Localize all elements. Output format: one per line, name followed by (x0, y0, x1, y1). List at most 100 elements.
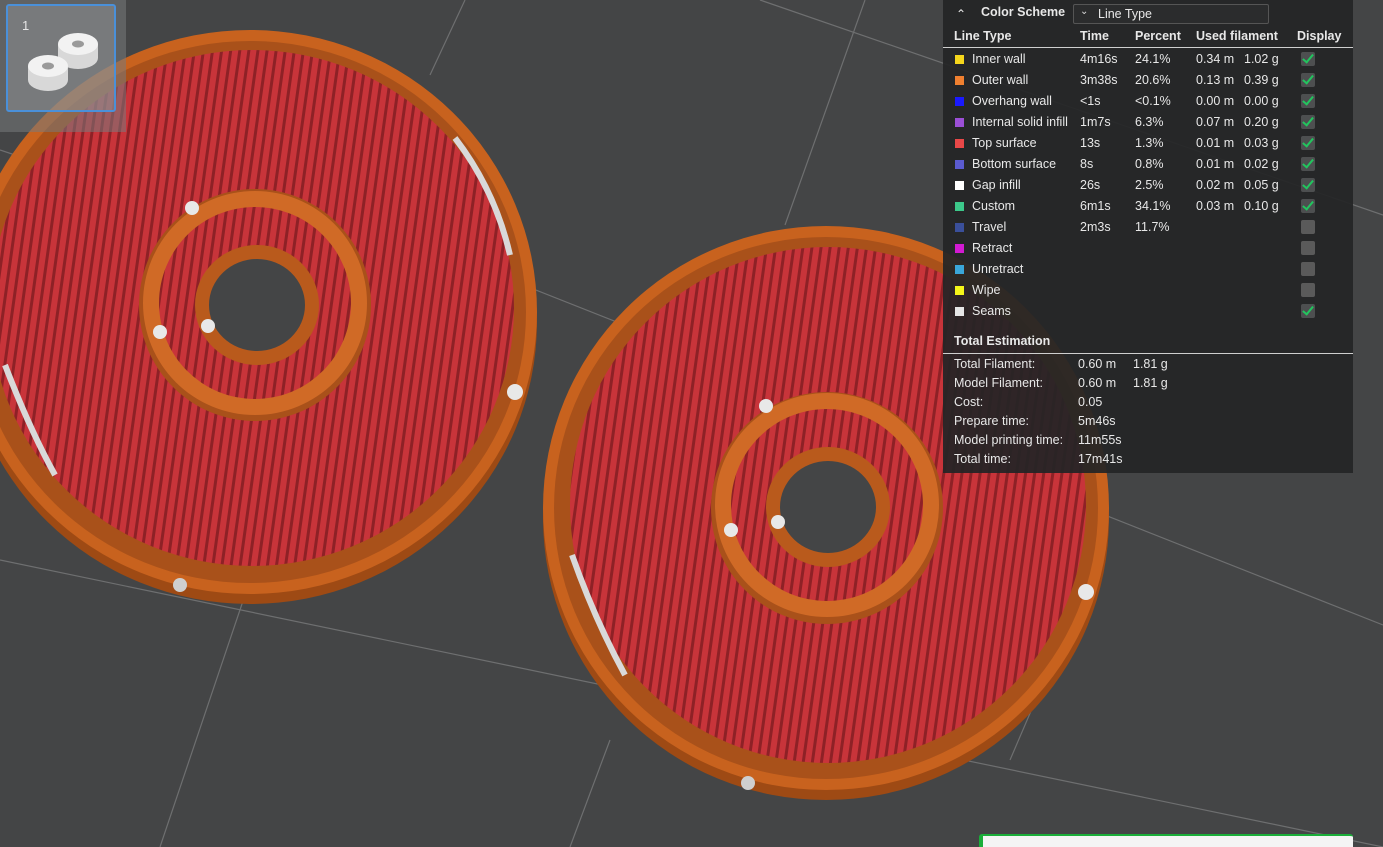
legend-weight: 0.05 g (1244, 178, 1279, 192)
total-estimation-title: Total Estimation (954, 334, 1051, 348)
legend-name: Gap infill (972, 178, 1021, 192)
total-value: 17m41s (1078, 452, 1123, 466)
legend-length: 0.00 m (1196, 94, 1235, 108)
total-value: 0.60 m (1078, 376, 1117, 390)
legend-name: Seams (972, 304, 1011, 318)
collapse-icon[interactable]: ⌃ (953, 6, 969, 22)
total-value: 11m55s (1078, 433, 1122, 447)
legend-row: Seams (943, 301, 1353, 322)
legend-percent: 20.6% (1135, 73, 1171, 87)
notification-bar[interactable] (979, 834, 1353, 847)
legend-time: 3m38s (1080, 73, 1118, 87)
legend-percent: <0.1% (1135, 94, 1171, 108)
legend-name: Internal solid infill (972, 115, 1068, 129)
display-checkbox[interactable] (1301, 115, 1315, 129)
col-header-used-filament: Used filament (1196, 29, 1278, 43)
divider (943, 353, 1353, 354)
legend-name: Unretract (972, 262, 1024, 276)
legend-percent: 2.5% (1135, 178, 1164, 192)
legend-time: 26s (1080, 178, 1101, 192)
display-checkbox[interactable] (1301, 178, 1315, 192)
legend-percent: 6.3% (1135, 115, 1164, 129)
color-scheme-select[interactable]: ⌄ Line Type (1073, 4, 1269, 24)
legend-time: <1s (1080, 94, 1101, 108)
display-checkbox[interactable] (1301, 94, 1315, 108)
legend-name: Bottom surface (972, 157, 1057, 171)
total-label: Prepare time: (954, 414, 1030, 428)
color-swatch (955, 76, 964, 85)
total-row: Model printing time: 11m55s (943, 431, 1353, 450)
legend-row: Custom 6m1s 34.1% 0.03 m 0.10 g (943, 196, 1353, 217)
col-header-display: Display (1297, 29, 1342, 43)
total-label: Model Filament: (954, 376, 1043, 390)
legend-name: Custom (972, 199, 1016, 213)
color-swatch (955, 286, 964, 295)
legend-percent: 34.1% (1135, 199, 1171, 213)
legend-length: 0.01 m (1196, 157, 1235, 171)
legend-length: 0.34 m (1196, 52, 1235, 66)
display-checkbox[interactable] (1301, 220, 1315, 234)
total-label: Model printing time: (954, 433, 1064, 447)
legend-time: 13s (1080, 136, 1101, 150)
legend-weight: 0.03 g (1244, 136, 1279, 150)
legend-row: Bottom surface 8s 0.8% 0.01 m 0.02 g (943, 154, 1353, 175)
color-swatch (955, 55, 964, 64)
color-swatch (955, 244, 964, 253)
legend-name: Outer wall (972, 73, 1029, 87)
legend-name: Top surface (972, 136, 1037, 150)
display-checkbox[interactable] (1301, 262, 1315, 276)
legend-length: 0.03 m (1196, 199, 1235, 213)
color-scheme-panel: ⌃ Color Scheme ⌄ Line Type Line Type Tim… (943, 0, 1353, 473)
legend-row: Overhang wall <1s <0.1% 0.00 m 0.00 g (943, 91, 1353, 112)
legend-row: Retract (943, 238, 1353, 259)
total-row: Model Filament: 0.60 m 1.81 g (943, 374, 1353, 393)
legend-length: 0.02 m (1196, 178, 1235, 192)
legend-weight: 0.00 g (1244, 94, 1279, 108)
legend-time: 2m3s (1080, 220, 1111, 234)
total-row: Cost: 0.05 (943, 393, 1353, 412)
color-scheme-selected: Line Type (1098, 7, 1152, 21)
legend-row: Top surface 13s 1.3% 0.01 m 0.03 g (943, 133, 1353, 154)
color-swatch (955, 223, 964, 232)
display-checkbox[interactable] (1301, 283, 1315, 297)
legend-length: 0.13 m (1196, 73, 1235, 87)
total-row: Prepare time: 5m46s (943, 412, 1353, 431)
plate-thumbnail-panel: 1 (0, 0, 126, 132)
total-value: 0.60 m (1078, 357, 1117, 371)
display-checkbox[interactable] (1301, 136, 1315, 150)
legend-name: Overhang wall (972, 94, 1052, 108)
display-checkbox[interactable] (1301, 157, 1315, 171)
color-swatch (955, 202, 964, 211)
total-label: Cost: (954, 395, 984, 409)
total-value: 0.05 (1078, 395, 1103, 409)
color-swatch (955, 307, 964, 316)
legend-time: 6m1s (1080, 199, 1111, 213)
legend-percent: 1.3% (1135, 136, 1164, 150)
legend-weight: 0.39 g (1244, 73, 1279, 87)
legend-row: Inner wall 4m16s 24.1% 0.34 m 1.02 g (943, 49, 1353, 70)
color-scheme-header: ⌃ Color Scheme ⌄ Line Type (943, 4, 1353, 28)
legend-row: Travel 2m3s 11.7% (943, 217, 1353, 238)
divider (943, 47, 1353, 48)
legend-name: Inner wall (972, 52, 1026, 66)
legend-name: Retract (972, 241, 1013, 255)
legend-weight: 0.10 g (1244, 199, 1279, 213)
color-scheme-title: Color Scheme (981, 5, 1066, 19)
display-checkbox[interactable] (1301, 199, 1315, 213)
display-checkbox[interactable] (1301, 241, 1315, 255)
legend-row: Internal solid infill 1m7s 6.3% 0.07 m 0.20 … (943, 112, 1353, 133)
display-checkbox[interactable] (1301, 304, 1315, 318)
display-checkbox[interactable] (1301, 73, 1315, 87)
legend-weight: 0.20 g (1244, 115, 1279, 129)
color-swatch (955, 265, 964, 274)
plate-number: 1 (22, 18, 30, 33)
legend-percent: 0.8% (1135, 157, 1164, 171)
total-value: 5m46s (1078, 414, 1116, 428)
display-checkbox[interactable] (1301, 52, 1315, 66)
legend-row: Outer wall 3m38s 20.6% 0.13 m 0.39 g (943, 70, 1353, 91)
col-header-line-type: Line Type (954, 29, 1012, 43)
legend-row: Wipe (943, 280, 1353, 301)
legend-row: Gap infill 26s 2.5% 0.02 m 0.05 g (943, 175, 1353, 196)
legend-percent: 11.7% (1135, 220, 1170, 234)
legend-name: Travel (972, 220, 1007, 234)
